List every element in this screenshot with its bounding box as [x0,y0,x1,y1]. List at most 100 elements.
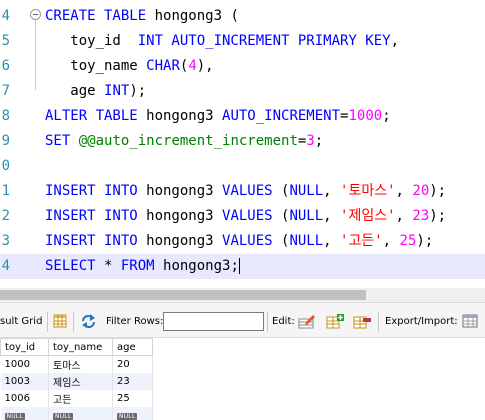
token-kw: FROM [120,258,155,274]
line-number: 1 [1,183,10,199]
editor-horizontal-scrollbar[interactable] [0,288,485,302]
code-text: CREATE TABLE hongong3 ( [45,4,239,29]
token: ); [429,183,447,199]
token-sv: @@auto_increment_increment [78,133,298,149]
token: age [45,83,105,99]
toolbar-separator [73,312,74,332]
code-line[interactable]: 7 age INT); [0,79,485,104]
line-number: 0 [1,158,10,174]
token: ( [272,233,290,249]
result-grid-label: sult Grid [0,316,43,327]
fold-collapse-icon[interactable] [30,9,41,20]
line-number: 5 [1,33,10,49]
line-number: 7 [1,83,10,99]
scrollbar-thumb[interactable] [0,290,366,300]
line-number: 4 [1,258,10,274]
refresh-icon[interactable] [80,313,97,329]
cell-age[interactable]: 25 [112,389,153,407]
token-kw: NULL [289,208,324,224]
cell-toy-name[interactable]: 제임스 [48,372,113,390]
token-kw: VALUES [222,208,273,224]
toolbar-separator [378,312,379,332]
code-line[interactable]: 2 INSERT INTO hongong3 VALUES (NULL, '제임스… [0,204,485,229]
cell-toy-name[interactable]: 토마스 [48,355,113,373]
code-line[interactable]: 9 SET @@auto_increment_increment=3; [0,129,485,154]
token-kw: SELECT [45,258,96,274]
token: hongong3 [137,108,223,124]
filter-rows-label: Filter Rows: [106,316,164,327]
token-str: '토마스' [340,183,396,199]
code-line[interactable]: 6 toy_name CHAR(4), [0,54,485,79]
token-kw: AUTO_INCREMENT [222,108,341,124]
line-number: 6 [1,58,10,74]
cell-toy-id[interactable]: 1000 [0,355,49,373]
code-text: ALTER TABLE hongong3 AUTO_INCREMENT=1000… [45,104,391,129]
table-row[interactable]: 1006 고든 25 [0,389,153,407]
token-num: 25 [399,233,417,249]
sql-editor[interactable]: 4 CREATE TABLE hongong3 (5 toy_id INT AUT… [0,0,485,288]
token-kw: VALUES [222,183,273,199]
code-line[interactable]: 4 CREATE TABLE hongong3 ( [0,4,485,90]
token-num: 1000 [348,108,383,124]
token: , [395,208,413,224]
null-cell[interactable]: NULL [0,406,49,420]
column-header-age[interactable]: age [112,338,153,356]
code-line-current[interactable]: 4 SELECT * FROM hongong3; [0,254,485,279]
token-kw: INT [104,83,130,99]
code-line[interactable]: 1 INSERT INTO hongong3 VALUES (NULL, '토마스… [0,179,485,204]
code-line[interactable]: 8 ALTER TABLE hongong3 AUTO_INCREMENT=100… [0,104,485,129]
null-cell[interactable]: NULL [48,406,113,420]
code-text: toy_id INT AUTO_INCREMENT PRIMARY KEY, [45,29,399,54]
code-text: INSERT INTO hongong3 VALUES (NULL, '고든',… [45,229,433,254]
column-header-toy-name[interactable]: toy_name [48,338,113,356]
token: , [390,33,400,49]
grid-view-icon[interactable] [53,314,67,328]
token: hongong3 ( [146,8,239,24]
line-number: 4 [1,8,10,24]
result-grid-toolbar: sult Grid Filter Rows: Edit: Export/Impo… [0,302,485,338]
token: toy_id [45,33,138,49]
cell-age[interactable]: 20 [112,355,153,373]
token: ( [272,183,290,199]
delete-row-icon[interactable] [353,313,371,329]
token-str: '제임스' [340,208,396,224]
result-table: toy_id toy_name age 1000 토마스 20 1003 제임스… [0,338,153,420]
token: ), [196,58,214,74]
line-number: 2 [1,208,10,224]
new-row-placeholder[interactable]: NULL NULL NULL [0,406,153,420]
code-line[interactable]: 5 toy_id INT AUTO_INCREMENT PRIMARY KEY, [0,29,485,54]
token-kw: CREATE TABLE [45,8,147,24]
code-line[interactable]: 0 [0,154,485,179]
toolbar-separator [267,312,268,332]
token: , [382,233,400,249]
export-import-icon[interactable] [462,313,480,329]
token: , [323,208,341,224]
table-header-row: toy_id toy_name age [0,338,153,356]
code-line[interactable]: 3 INSERT INTO hongong3 VALUES (NULL, '고든'… [0,229,485,254]
line-number: 8 [1,108,10,124]
null-cell[interactable]: NULL [112,406,153,420]
edit-label: Edit: [272,316,295,327]
toolbar-separator [47,312,48,332]
token: * [95,258,121,274]
column-header-toy-id[interactable]: toy_id [0,338,49,356]
token: , [323,233,341,249]
line-number: 3 [1,233,10,249]
token-kw: NULL [289,233,324,249]
cell-age[interactable]: 23 [112,372,153,390]
code-text: age INT); [45,79,146,104]
token-kw: INSERT INTO [45,233,138,249]
edit-row-icon[interactable] [298,313,316,329]
token-num: 4 [188,58,197,74]
table-row[interactable]: 1000 토마스 20 [0,355,153,373]
token: ); [416,233,434,249]
table-row[interactable]: 1003 제임스 23 [0,372,153,390]
add-row-icon[interactable] [326,313,344,329]
token-kw: INT AUTO_INCREMENT PRIMARY KEY [137,33,391,49]
code-text: SET @@auto_increment_increment=3; [45,129,323,154]
cell-toy-id[interactable]: 1006 [0,389,49,407]
cell-toy-id[interactable]: 1003 [0,372,49,390]
filter-rows-input[interactable] [163,312,264,331]
cell-toy-name[interactable]: 고든 [48,389,113,407]
